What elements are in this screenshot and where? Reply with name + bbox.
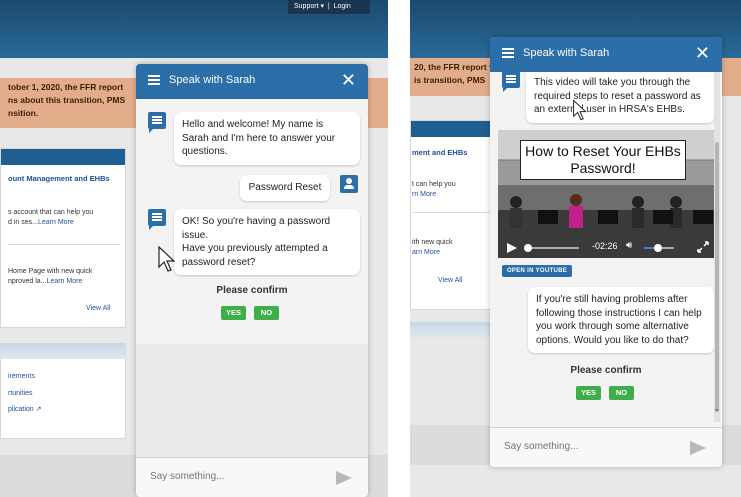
- links-card: [0, 359, 126, 439]
- card-title: ount Management and EHBs: [8, 174, 110, 183]
- divider: [8, 244, 120, 245]
- video-controls: -02:26 🔊︎: [498, 238, 714, 258]
- learn-more-link[interactable]: rn More: [412, 190, 436, 200]
- hamburger-menu-icon[interactable]: [148, 75, 160, 85]
- requirements-link[interactable]: irements: [8, 372, 35, 382]
- card-item-text: nproved la...Learn More: [8, 278, 83, 285]
- card-item-text: ith new quick: [412, 239, 453, 246]
- view-all-link[interactable]: View All: [438, 276, 462, 286]
- confirm-prompt: Please confirm: [216, 285, 288, 296]
- chat-scrollbar[interactable]: [714, 72, 720, 422]
- chat-input-bar: [136, 457, 368, 497]
- support-menu[interactable]: Support ▾: [294, 3, 324, 10]
- yes-button[interactable]: YES: [576, 386, 601, 400]
- section-header: [0, 343, 126, 359]
- message-line: OK! So you're having a password issue.: [182, 216, 331, 241]
- video-time: -02:26: [592, 241, 618, 251]
- volume-icon[interactable]: 🔊︎: [626, 240, 632, 251]
- support-login-bar: Support ▾ | Login: [288, 0, 370, 14]
- chat-header: Speak with Sarah ✕: [136, 64, 368, 99]
- chat-widget: Speak with Sarah ✕ This video will take …: [490, 37, 722, 467]
- section-header: [410, 322, 500, 338]
- bot-avatar-icon: [148, 209, 166, 230]
- bot-avatar-icon: [502, 71, 520, 92]
- close-icon[interactable]: ✕: [341, 70, 356, 90]
- card-title: ment and EHBs: [412, 148, 468, 157]
- opportunities-link[interactable]: rtunities: [8, 389, 33, 399]
- no-button[interactable]: NO: [609, 386, 634, 400]
- send-icon[interactable]: [336, 471, 352, 485]
- bot-message: Hello and welcome! My name is Sarah and …: [174, 112, 360, 165]
- card-item-text: Home Page with new quick: [8, 268, 93, 275]
- confirm-prompt: Please confirm: [570, 365, 642, 376]
- chat-title: Speak with Sarah: [523, 47, 610, 59]
- chat-widget: Speak with Sarah ✕ Hello and welcome! My…: [136, 64, 368, 497]
- mouse-cursor-icon: [573, 99, 587, 121]
- video-player[interactable]: How to Reset Your EHBs Password! -02:26 …: [498, 130, 714, 258]
- right-screenshot-panel: 20, the FFR report v is transition, PMS …: [410, 0, 741, 497]
- bot-message: This video will take you through the req…: [526, 72, 714, 123]
- close-icon[interactable]: ✕: [695, 43, 710, 63]
- volume-handle[interactable]: [654, 244, 662, 252]
- chat-scroll-area: [136, 344, 368, 457]
- bot-avatar-icon: [148, 112, 166, 133]
- mouse-cursor-icon: [158, 245, 176, 272]
- send-icon[interactable]: [690, 441, 706, 455]
- play-icon[interactable]: [506, 242, 518, 254]
- fullscreen-icon[interactable]: [697, 241, 709, 253]
- hamburger-menu-icon[interactable]: [502, 48, 514, 58]
- bot-message: If you're still having problems after fo…: [528, 287, 714, 353]
- learn-more-link[interactable]: Learn More: [38, 219, 74, 226]
- video-title: How to Reset Your EHBs Password!: [520, 140, 686, 180]
- divider: [412, 212, 494, 213]
- card-item-text: t can help you: [412, 181, 456, 188]
- progress-handle[interactable]: [524, 244, 532, 252]
- card-item-text: s account that can help you: [8, 209, 94, 216]
- card-item-text: d in ses...Learn More: [8, 219, 74, 226]
- card-header: [411, 121, 499, 137]
- left-screenshot-panel: Support ▾ | Login tober 1, 2020, the FFR…: [0, 0, 388, 497]
- learn-more-link[interactable]: arn More: [412, 248, 440, 258]
- chat-header: Speak with Sarah ✕: [490, 37, 722, 72]
- card-header: [1, 149, 125, 165]
- bot-message: OK! So you're having a password issue. H…: [174, 209, 360, 275]
- no-button[interactable]: NO: [254, 306, 279, 320]
- application-link[interactable]: plication ↗: [8, 405, 42, 415]
- open-in-youtube-button[interactable]: OPEN IN YOUTUBE: [502, 265, 572, 277]
- progress-track[interactable]: [524, 247, 579, 249]
- learn-more-link[interactable]: Learn More: [47, 278, 83, 285]
- chat-input-bar: [490, 427, 722, 467]
- yes-button[interactable]: YES: [221, 306, 246, 320]
- user-message: Password Reset: [240, 175, 330, 201]
- scroll-down-icon[interactable]: ⌄: [713, 403, 721, 414]
- scrollbar-thumb[interactable]: [715, 142, 719, 412]
- login-link[interactable]: Login: [334, 3, 351, 10]
- chat-title: Speak with Sarah: [169, 74, 256, 86]
- view-all-link[interactable]: View All: [86, 304, 110, 314]
- user-avatar-icon: [340, 175, 358, 193]
- message-line: Have you previously attempted a password…: [182, 243, 328, 268]
